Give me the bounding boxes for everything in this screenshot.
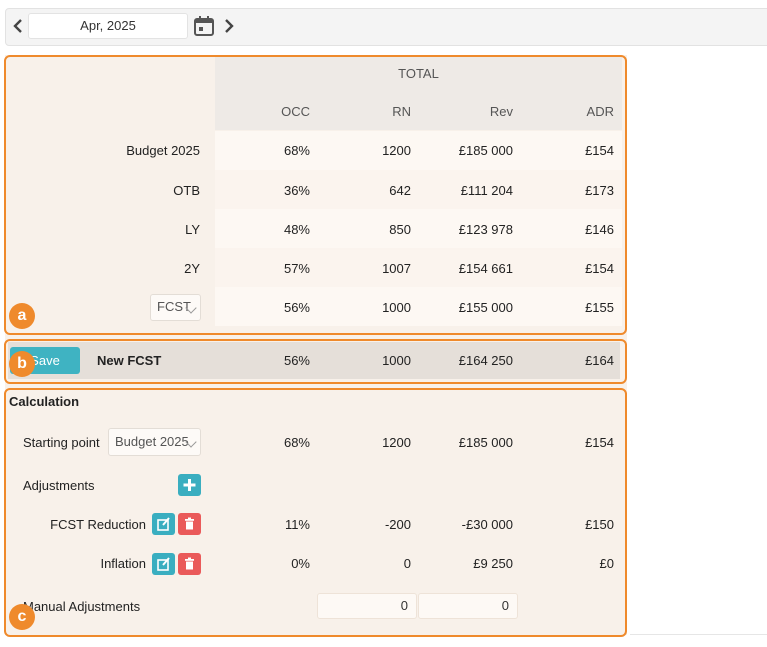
chevron-right-icon bbox=[225, 19, 234, 33]
prev-month-button[interactable] bbox=[11, 17, 25, 35]
highlight-box-b bbox=[4, 339, 627, 384]
annotation-badge-a: a bbox=[9, 303, 35, 329]
annotation-badge-b: b bbox=[9, 351, 35, 377]
calendar-button[interactable] bbox=[193, 15, 215, 37]
annotation-badge-c: c bbox=[9, 604, 35, 630]
month-picker-input[interactable]: Apr, 2025 bbox=[28, 13, 188, 39]
next-month-button[interactable] bbox=[222, 17, 236, 35]
calendar-icon bbox=[194, 16, 214, 36]
chevron-left-icon bbox=[13, 19, 22, 33]
highlight-box-a bbox=[4, 55, 627, 335]
highlight-box-c bbox=[4, 388, 627, 637]
divider bbox=[630, 634, 767, 635]
